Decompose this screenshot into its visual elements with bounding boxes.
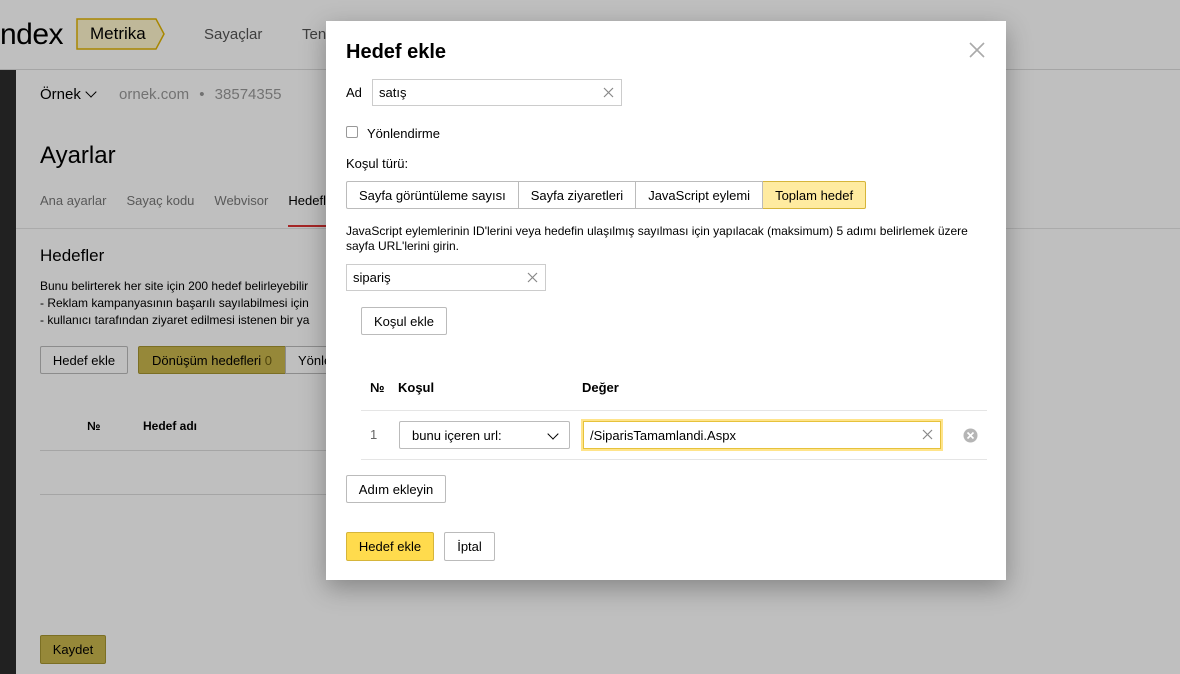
condition-type-label: Koşul türü: [346,156,409,171]
chevron-down-icon [547,428,559,440]
goal-name-value: satış [379,85,407,100]
goal-name-input[interactable]: satış [372,79,622,106]
clear-icon[interactable] [527,272,538,283]
condition-select-value: bunu içeren url: [412,427,502,443]
redirect-label[interactable]: Yönlendirme [367,126,440,141]
step-name-value: sipariş [353,270,391,285]
condition-type-page-visits[interactable]: Sayfa ziyaretleri [518,181,637,209]
cancel-button[interactable]: İptal [444,532,495,561]
condition-type-selector: Sayfa görüntüleme sayısı Sayfa ziyaretle… [346,181,867,209]
condition-value: /SiparisTamamlandi.Aspx [590,427,736,443]
condition-type-javascript[interactable]: JavaScript eylemi [636,181,764,209]
add-step-button[interactable]: Adım ekleyin [346,475,446,503]
condition-table-number-header: № [370,380,385,395]
condition-row-number: 1 [370,427,378,442]
remove-row-icon[interactable] [963,428,978,443]
step-name-input[interactable]: sipariş [346,264,546,291]
dialog-title: Hedef ekle [346,41,447,63]
condition-value-input[interactable]: /SiparisTamamlandi.Aspx [583,421,941,449]
close-icon[interactable] [968,41,986,59]
submit-goal-button[interactable]: Hedef ekle [346,532,434,561]
table-divider [361,410,987,411]
clear-icon[interactable] [922,429,933,440]
add-goal-dialog: Hedef ekle Ad satış Yönlendirme Koşul tü… [326,21,1006,580]
redirect-checkbox[interactable] [346,126,358,138]
clear-icon[interactable] [603,87,614,98]
add-condition-button[interactable]: Koşul ekle [361,307,447,335]
condition-type-select[interactable]: bunu içeren url: [399,421,570,449]
help-text: JavaScript eylemlerinin ID'lerini veya h… [346,224,968,253]
name-label: Ad [346,85,362,100]
table-divider [361,459,987,460]
condition-type-composite[interactable]: Toplam hedef [763,181,867,209]
condition-table-condition-header: Koşul [398,380,435,395]
condition-table-value-header: Değer [582,380,619,395]
condition-type-pageviews[interactable]: Sayfa görüntüleme sayısı [346,181,519,209]
